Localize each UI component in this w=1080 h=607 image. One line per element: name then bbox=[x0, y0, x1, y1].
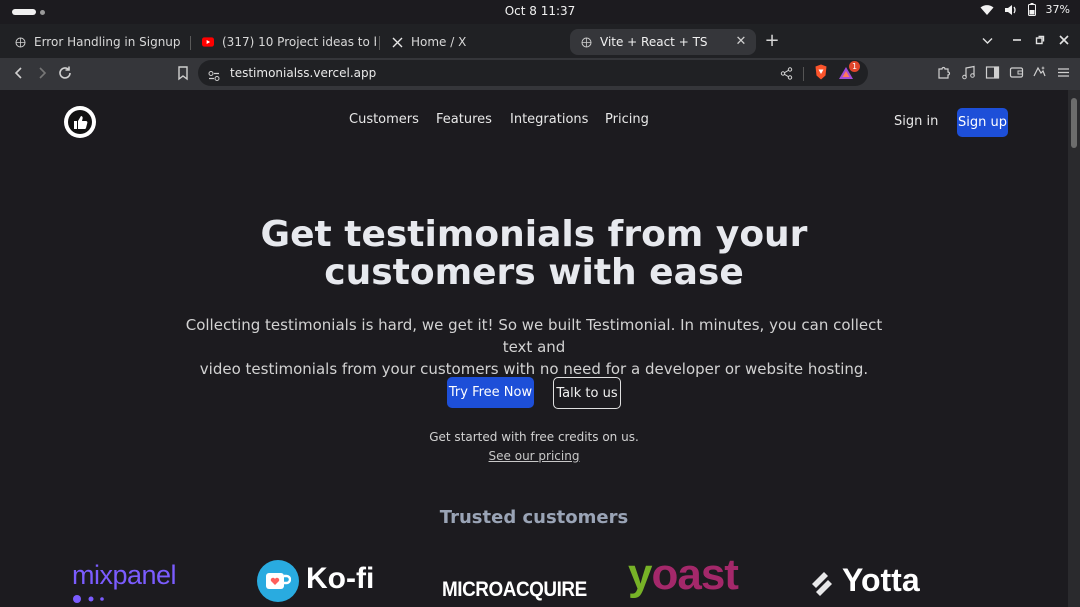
see-pricing-link[interactable]: See our pricing bbox=[489, 449, 580, 463]
notification-badge: 1 bbox=[849, 60, 860, 72]
separator bbox=[803, 67, 804, 81]
x-icon bbox=[391, 36, 403, 48]
globe-icon bbox=[580, 36, 592, 48]
battery-percent: 37% bbox=[1045, 3, 1070, 16]
system-tray[interactable]: 37% bbox=[980, 3, 1070, 16]
try-free-now-button[interactable]: Try Free Now bbox=[447, 377, 534, 408]
nav-integrations[interactable]: Integrations bbox=[510, 112, 588, 127]
yotta-mark-icon bbox=[812, 572, 832, 596]
tab-error-handling[interactable]: Error Handling in Signup bbox=[4, 29, 188, 55]
talk-to-us-button[interactable]: Talk to us bbox=[553, 377, 621, 409]
tab-title: Home / X bbox=[411, 35, 467, 49]
tab-title: (317) 10 Project ideas to bui bbox=[222, 35, 376, 49]
tab-separator bbox=[379, 36, 380, 50]
tab-title: Error Handling in Signup bbox=[34, 35, 181, 49]
browser-tab-strip: Error Handling in Signup (317) 10 Projec… bbox=[0, 24, 1080, 58]
nav-features[interactable]: Features bbox=[436, 112, 492, 127]
volume-icon bbox=[1004, 4, 1016, 15]
tab-separator bbox=[190, 36, 191, 50]
kofi-cup-icon bbox=[257, 560, 299, 602]
wallet-icon[interactable] bbox=[1009, 65, 1024, 84]
forward-icon[interactable] bbox=[33, 64, 51, 82]
pricing-link-row: See our pricing bbox=[0, 449, 1068, 463]
menu-icon[interactable] bbox=[1056, 65, 1071, 84]
hero-subtitle: Collecting testimonials is hard, we get … bbox=[170, 314, 898, 380]
extensions-icon[interactable] bbox=[936, 65, 951, 84]
microacquire-logo: MICROACQUIRE bbox=[442, 578, 587, 601]
tab-search-chevron-icon[interactable] bbox=[982, 34, 993, 48]
minimize-icon[interactable] bbox=[1012, 34, 1022, 48]
page-viewport: Customers Features Integrations Pricing … bbox=[0, 90, 1068, 607]
sidebar-icon[interactable] bbox=[985, 65, 1000, 84]
yoast-rest: oast bbox=[651, 550, 738, 599]
url-text: testimonialss.vercel.app bbox=[230, 66, 377, 80]
brave-rewards-icon[interactable]: 1 bbox=[838, 60, 860, 84]
tab-title: Vite + React + TS bbox=[600, 35, 708, 49]
youtube-icon bbox=[202, 36, 214, 48]
customer-logos: mixpanel Ko-fi MICROACQUIRE yoast Yotta bbox=[0, 550, 1068, 607]
brave-shields-icon[interactable] bbox=[814, 64, 828, 84]
browser-toolbar: testimonialss.vercel.app 1 bbox=[0, 58, 1080, 90]
sign-in-link[interactable]: Sign in bbox=[894, 114, 938, 129]
mixpanel-logo: mixpanel bbox=[72, 560, 177, 590]
hero-subtitle-line: video testimonials from your customers w… bbox=[199, 360, 869, 378]
tab-vite-react[interactable]: Vite + React + TS ✕ bbox=[570, 29, 756, 55]
wifi-icon bbox=[980, 4, 994, 15]
globe-icon bbox=[14, 36, 26, 48]
reload-icon[interactable] bbox=[56, 64, 74, 82]
hero-title-line: customers with ease bbox=[324, 252, 744, 293]
back-icon[interactable] bbox=[10, 64, 28, 82]
battery-icon bbox=[1027, 3, 1036, 16]
trusted-customers-heading: Trusted customers bbox=[439, 507, 629, 528]
share-icon[interactable] bbox=[780, 65, 793, 84]
sign-up-button[interactable]: Sign up bbox=[957, 108, 1008, 137]
close-tab-icon[interactable]: ✕ bbox=[734, 35, 748, 49]
yotta-logo: Yotta bbox=[842, 562, 920, 598]
tab-youtube[interactable]: (317) 10 Project ideas to bui bbox=[192, 29, 376, 55]
address-bar[interactable]: testimonialss.vercel.app 1 bbox=[198, 60, 868, 86]
kofi-logo: Ko-fi bbox=[306, 562, 375, 595]
site-info-icon[interactable] bbox=[208, 67, 220, 86]
restore-icon[interactable] bbox=[1035, 34, 1045, 48]
nav-customers[interactable]: Customers bbox=[349, 112, 419, 127]
page-scrollbar[interactable] bbox=[1068, 90, 1080, 607]
hero-subtitle-line: Collecting testimonials is hard, we get … bbox=[185, 316, 883, 356]
system-top-bar: Oct 8 11:37 37% bbox=[0, 0, 1080, 24]
free-credits-text: Get started with free credits on us. bbox=[429, 430, 639, 444]
hero-title: Get testimonials from your customers wit… bbox=[0, 216, 1068, 292]
yoast-y: y bbox=[628, 550, 653, 599]
system-clock[interactable]: Oct 8 11:37 bbox=[0, 4, 1080, 18]
scrollbar-thumb[interactable] bbox=[1071, 98, 1077, 148]
nav-pricing[interactable]: Pricing bbox=[605, 112, 649, 127]
leo-ai-icon[interactable] bbox=[1032, 65, 1047, 84]
bookmark-icon[interactable] bbox=[174, 64, 192, 82]
close-window-icon[interactable] bbox=[1059, 34, 1069, 48]
thumbs-up-logo-icon[interactable] bbox=[64, 106, 96, 138]
mixpanel-dots-icon bbox=[73, 595, 104, 603]
hero-title-line: Get testimonials from your bbox=[260, 214, 808, 255]
new-tab-button[interactable]: + bbox=[764, 32, 780, 50]
yoast-logo: yoast bbox=[628, 550, 739, 600]
media-icon[interactable] bbox=[961, 65, 976, 84]
tab-x-home[interactable]: Home / X bbox=[381, 29, 565, 55]
